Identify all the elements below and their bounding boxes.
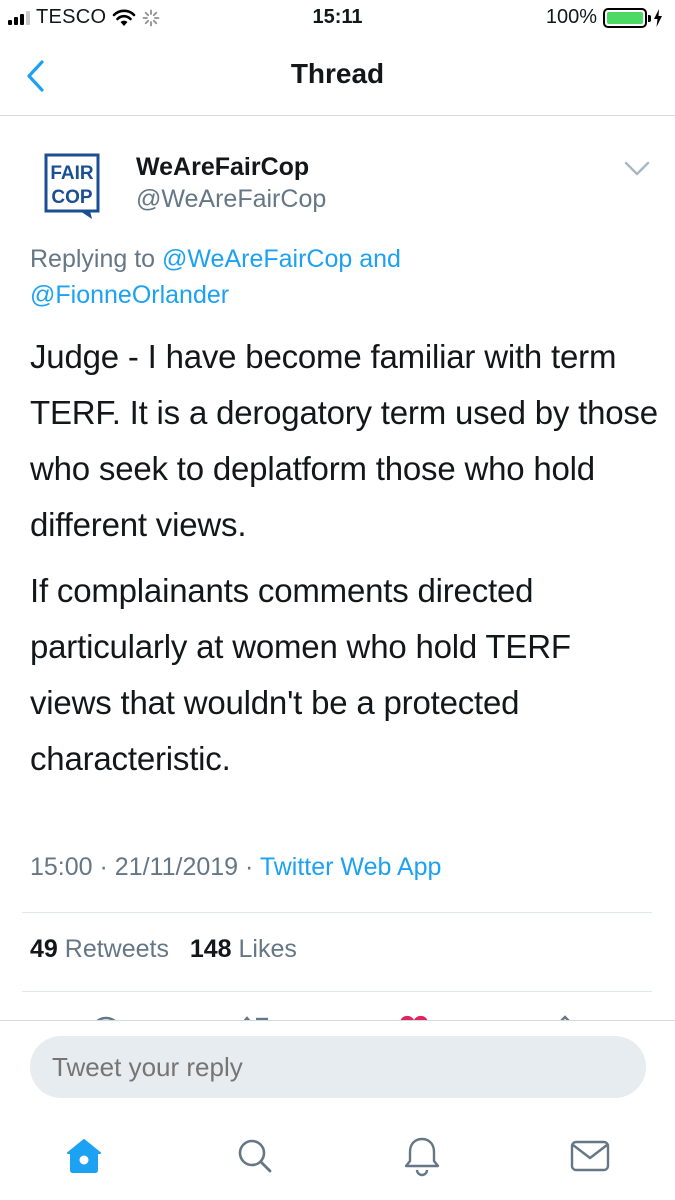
status-bar: TESCO 15:11 100% (0, 0, 675, 38)
battery-icon (603, 7, 651, 28)
reply-composer (0, 1020, 675, 1120)
tweet-paragraph-2: If complainants comments directed partic… (30, 572, 571, 777)
charging-icon (654, 8, 662, 27)
retweets-count: 49 (30, 935, 58, 963)
retweets-label: Retweets (64, 935, 169, 963)
tab-bar (0, 1120, 675, 1200)
svg-text:FAIR: FAIR (50, 163, 94, 184)
tweet-paragraph-1: Judge - I have become familiar with term… (30, 338, 658, 543)
replying-prefix: Replying to (30, 245, 156, 273)
likes-stat[interactable]: 148 Likes (190, 935, 297, 963)
likes-label: Likes (238, 935, 297, 963)
divider (22, 991, 652, 992)
nav-bar: Thread (0, 38, 675, 116)
notifications-icon (404, 1137, 440, 1177)
retweets-stat[interactable]: 49 Retweets (30, 935, 169, 963)
tab-notifications[interactable] (400, 1134, 444, 1178)
fair-cop-logo: FAIR COP (44, 153, 100, 219)
reply-input[interactable] (30, 1036, 646, 1098)
home-icon (67, 1139, 101, 1173)
meta-separator: · (245, 853, 260, 881)
tweet-source[interactable]: Twitter Web App (260, 853, 442, 881)
tweet-body: Judge - I have become familiar with term… (30, 329, 660, 797)
author-name[interactable]: WeAreFairCop (136, 153, 309, 182)
likes-count: 148 (189, 935, 232, 963)
author-handle[interactable]: @WeAreFairCop (136, 185, 326, 214)
replying-and[interactable]: and (359, 245, 401, 273)
replying-handle-1[interactable]: @WeAreFairCop (162, 245, 352, 273)
tab-search[interactable] (232, 1134, 276, 1178)
status-right: 100% (546, 6, 663, 29)
search-icon (238, 1139, 272, 1173)
divider (22, 912, 652, 913)
page-title: Thread (290, 58, 385, 89)
messages-icon (570, 1140, 610, 1172)
tweet-meta: 15:00 · 21/11/2019 · Twitter Web App (30, 853, 441, 882)
engagement-counts: 49 Retweets 148 Likes (30, 935, 297, 964)
avatar[interactable]: FAIR COP (40, 153, 104, 219)
chevron-down-icon[interactable] (624, 161, 650, 177)
tweet-date: 21/11/2019 (114, 853, 239, 881)
battery-percent: 100% (545, 6, 597, 28)
replying-to: Replying to @WeAreFairCop and @FionneOrl… (30, 241, 650, 313)
meta-separator: · (99, 853, 115, 881)
tweet-time: 15:00 (30, 853, 93, 881)
replying-handle-2[interactable]: @FionneOrlander (30, 281, 229, 309)
tab-messages[interactable] (568, 1134, 612, 1178)
tab-home[interactable] (62, 1134, 106, 1178)
svg-text:COP: COP (51, 187, 93, 208)
